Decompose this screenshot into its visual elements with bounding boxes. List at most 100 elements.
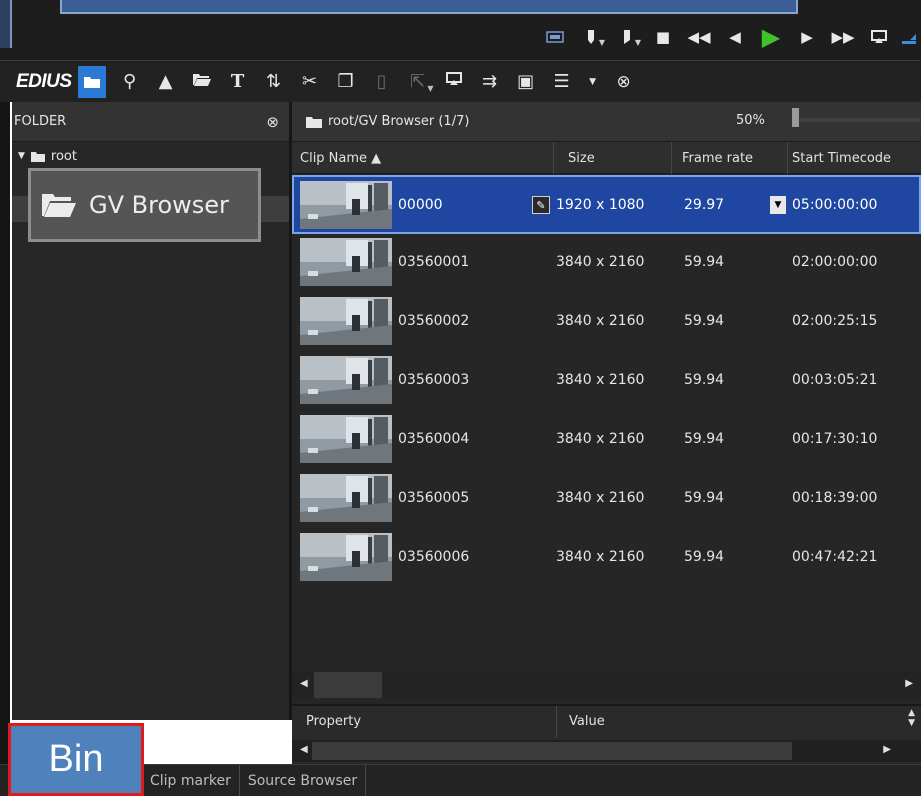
- chevron-down-icon[interactable]: ▼: [635, 38, 641, 47]
- zoom-slider-track[interactable]: [796, 118, 921, 122]
- chevron-down-icon[interactable]: ▼: [599, 38, 605, 47]
- clip-thumbnail: [300, 415, 392, 463]
- clip-name: 03560003: [398, 372, 470, 388]
- clip-row[interactable]: 03560002 3840 x 2160 59.94 02:00:25:15: [292, 293, 921, 352]
- clip-row[interactable]: 00000 ✎ 1920 x 1080 29.97 ▼ 05:00:00:00: [292, 175, 921, 234]
- clip-thumbnail: [300, 181, 392, 229]
- cut-button[interactable]: ✂: [292, 66, 328, 98]
- scroll-right-icon[interactable]: ▶: [905, 678, 913, 689]
- clip-size: 1920 x 1080: [556, 197, 645, 213]
- search-icon: ⚲: [122, 71, 137, 92]
- add-title-icon: T: [230, 71, 245, 92]
- tree-item-label: root: [50, 148, 77, 164]
- bin-toolbar: EDIUS ⚲ ▲ T ⇅ ✂ ❐ ▯ ⇱ ▼ ⇉ ▣ ☰ ▼ ⊗: [0, 60, 921, 102]
- column-header-frame-rate[interactable]: Frame rate: [672, 142, 788, 174]
- zoom-slider-handle[interactable]: [792, 108, 799, 127]
- clip-name: 00000: [398, 197, 443, 213]
- set-out-icon[interactable]: ▼: [609, 22, 645, 52]
- clip-row[interactable]: 03560001 3840 x 2160 59.94 02:00:00:00: [292, 234, 921, 293]
- clip-name: 03560005: [398, 490, 470, 506]
- clip-frame-rate: 59.94: [684, 431, 725, 447]
- export-button[interactable]: ⇱ ▼: [400, 66, 436, 98]
- timecode-dropdown-icon[interactable]: ▼: [770, 196, 786, 214]
- add-to-timeline-button[interactable]: [436, 66, 472, 98]
- clip-size: 3840 x 2160: [556, 431, 645, 447]
- copy-button[interactable]: ❐: [328, 66, 364, 98]
- folder-view-button[interactable]: [77, 65, 106, 98]
- view-mode-dropdown[interactable]: ▼: [580, 66, 606, 98]
- zoom-level-label: 50%: [736, 113, 765, 128]
- paste-icon: ▯: [376, 71, 387, 92]
- window-edge: [0, 102, 10, 764]
- clip-list-header: Clip Name ▲ Size Frame rate Start Timeco…: [292, 142, 921, 174]
- loop-icon[interactable]: [861, 22, 897, 52]
- search-button[interactable]: ⚲: [112, 66, 148, 98]
- clip-row[interactable]: 03560004 3840 x 2160 59.94 00:17:30:10: [292, 411, 921, 470]
- clip-row[interactable]: 03560003 3840 x 2160 59.94 00:03:05:21: [292, 352, 921, 411]
- clip-size: 3840 x 2160: [556, 254, 645, 270]
- clip-memo-icon[interactable]: ✎: [532, 196, 550, 214]
- open-folder-button[interactable]: [184, 66, 220, 98]
- scrollbar-thumb[interactable]: [312, 742, 792, 760]
- property-vertical-scrollbar[interactable]: ▲ ▼: [908, 708, 915, 728]
- tree-item-gv-browser[interactable]: GV Browser: [28, 168, 261, 242]
- property-panel: Property Value ▲ ▼ ◀ ▶: [292, 704, 921, 764]
- preview-frame-edge: [60, 0, 798, 14]
- close-icon[interactable]: ⊗: [266, 113, 279, 131]
- property-horizontal-scrollbar[interactable]: ◀ ▶: [292, 740, 921, 762]
- column-header-start-timecode[interactable]: Start Timecode: [788, 142, 921, 174]
- next-frame-icon[interactable]: ▶: [789, 22, 825, 52]
- close-bin-button[interactable]: ⊗: [606, 66, 642, 98]
- up-folder-button[interactable]: ▲: [148, 66, 184, 98]
- clip-name: 03560006: [398, 549, 470, 565]
- clip-row[interactable]: 03560006 3840 x 2160 59.94 00:47:42:21: [292, 529, 921, 588]
- breadcrumb: root/GV Browser (1/7): [328, 114, 470, 129]
- up-icon: ▲: [158, 71, 173, 92]
- clip-row[interactable]: 03560005 3840 x 2160 59.94 00:18:39:00: [292, 470, 921, 529]
- add-dropdown-button[interactable]: ⇉: [472, 66, 508, 98]
- column-header-value[interactable]: Value: [569, 714, 605, 729]
- chevron-down-icon[interactable]: ▼: [427, 84, 433, 93]
- list-view-icon: ☰: [553, 71, 570, 92]
- column-header-property[interactable]: Property: [306, 714, 361, 729]
- overwrite-button[interactable]: ▣: [508, 66, 544, 98]
- tape-icon[interactable]: [537, 22, 573, 52]
- insert-to-timeline-icon[interactable]: [897, 22, 921, 52]
- add-title-button[interactable]: T: [220, 66, 256, 98]
- tree-item-root[interactable]: ▼ root: [12, 142, 289, 170]
- overwrite-icon: ▣: [517, 71, 535, 92]
- clip-list-horizontal-scrollbar[interactable]: ◀ ▶: [292, 672, 921, 698]
- fast-forward-icon[interactable]: ▶▶: [825, 22, 861, 52]
- scroll-left-icon[interactable]: ◀: [300, 744, 308, 755]
- clip-thumbnail: [300, 238, 392, 286]
- column-header-clip-name[interactable]: Clip Name ▲: [292, 142, 554, 174]
- cut-icon: ✂: [302, 71, 318, 92]
- paste-button[interactable]: ▯: [364, 66, 400, 98]
- expand-arrow-icon[interactable]: ▼: [18, 151, 25, 161]
- clip-start-timecode: 00:17:30:10: [792, 431, 878, 447]
- scroll-right-icon[interactable]: ▶: [883, 744, 891, 755]
- clip-start-timecode: 05:00:00:00: [792, 197, 878, 213]
- folder-icon: [83, 75, 101, 89]
- view-mode-button[interactable]: ☰: [544, 66, 580, 98]
- close-icon: ⊗: [616, 71, 631, 92]
- stop-icon[interactable]: ■: [645, 22, 681, 52]
- play-icon[interactable]: ▶: [753, 22, 789, 52]
- clip-frame-rate: 29.97: [684, 197, 725, 213]
- clip-name: 03560001: [398, 254, 470, 270]
- set-in-icon[interactable]: ▼: [573, 22, 609, 52]
- bin-annotation-label: Bin: [48, 738, 104, 780]
- scrollbar-thumb[interactable]: [314, 672, 382, 698]
- clip-start-timecode: 02:00:00:00: [792, 254, 878, 270]
- add-clip-button[interactable]: ⇅: [256, 66, 292, 98]
- zoom-slider[interactable]: [792, 108, 921, 132]
- clip-thumbnail: [300, 474, 392, 522]
- copy-icon: ❐: [337, 71, 354, 92]
- clip-start-timecode: 00:47:42:21: [792, 549, 878, 565]
- tab-source-browser[interactable]: Source Browser: [240, 764, 367, 796]
- tab-clip-marker[interactable]: Clip marker: [142, 764, 240, 796]
- previous-frame-icon[interactable]: ◀: [717, 22, 753, 52]
- column-header-size[interactable]: Size: [554, 142, 672, 174]
- scroll-left-icon[interactable]: ◀: [300, 678, 308, 689]
- rewind-icon[interactable]: ◀◀: [681, 22, 717, 52]
